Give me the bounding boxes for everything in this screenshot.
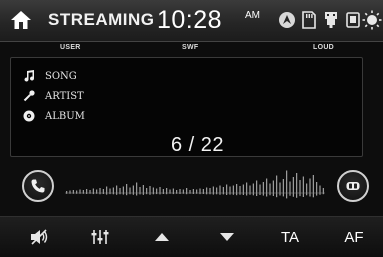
clock-time: 10:28 <box>157 6 223 34</box>
eq-mode-user: USER <box>60 44 81 51</box>
af-label: AF <box>344 228 364 246</box>
phone-icon <box>31 179 45 193</box>
equalizer-icon <box>91 230 109 244</box>
mute-button[interactable] <box>20 217 60 257</box>
track-info-panel: SONG ARTIST ALBUM 6 / 22 <box>10 57 363 157</box>
next-button[interactable] <box>207 217 247 257</box>
bluetooth-device-icon <box>346 12 360 28</box>
album-name: ALBUM <box>45 110 85 122</box>
ta-label: TA <box>280 228 300 246</box>
artist-row: ARTIST <box>23 88 84 104</box>
album-row: ALBUM <box>23 108 85 124</box>
track-counter: 6 / 22 <box>171 134 225 156</box>
phone-button[interactable] <box>22 170 54 202</box>
car-button[interactable] <box>337 170 369 202</box>
usb-icon <box>325 12 337 28</box>
eq-mode-loud: LOUD <box>313 44 335 51</box>
audio-waveform <box>65 170 325 199</box>
previous-button[interactable] <box>142 217 182 257</box>
ta-button[interactable]: TA <box>270 217 310 257</box>
song-row: SONG <box>23 68 77 84</box>
sd-card-icon <box>302 11 316 29</box>
artist-name: ARTIST <box>45 90 84 102</box>
brightness-icon[interactable] <box>362 10 382 30</box>
music-note-icon <box>24 70 35 82</box>
source-title: STREAMING <box>48 10 155 29</box>
status-header: STREAMING 10:28 AM <box>0 0 383 42</box>
bottom-control-bar: TA AF <box>0 216 383 256</box>
equalizer-button[interactable] <box>80 217 120 257</box>
navigation-icon <box>279 12 295 28</box>
home-icon[interactable] <box>10 9 32 31</box>
disc-icon <box>23 110 35 122</box>
eq-mode-swf: SWF <box>182 44 199 51</box>
af-button[interactable]: AF <box>334 217 374 257</box>
clock-ampm: AM <box>245 10 260 21</box>
triangle-up-icon <box>155 233 169 241</box>
car-icon <box>346 182 360 190</box>
triangle-down-icon <box>220 233 234 241</box>
song-title: SONG <box>45 70 77 82</box>
microphone-icon <box>23 90 35 102</box>
mute-icon <box>31 229 48 245</box>
